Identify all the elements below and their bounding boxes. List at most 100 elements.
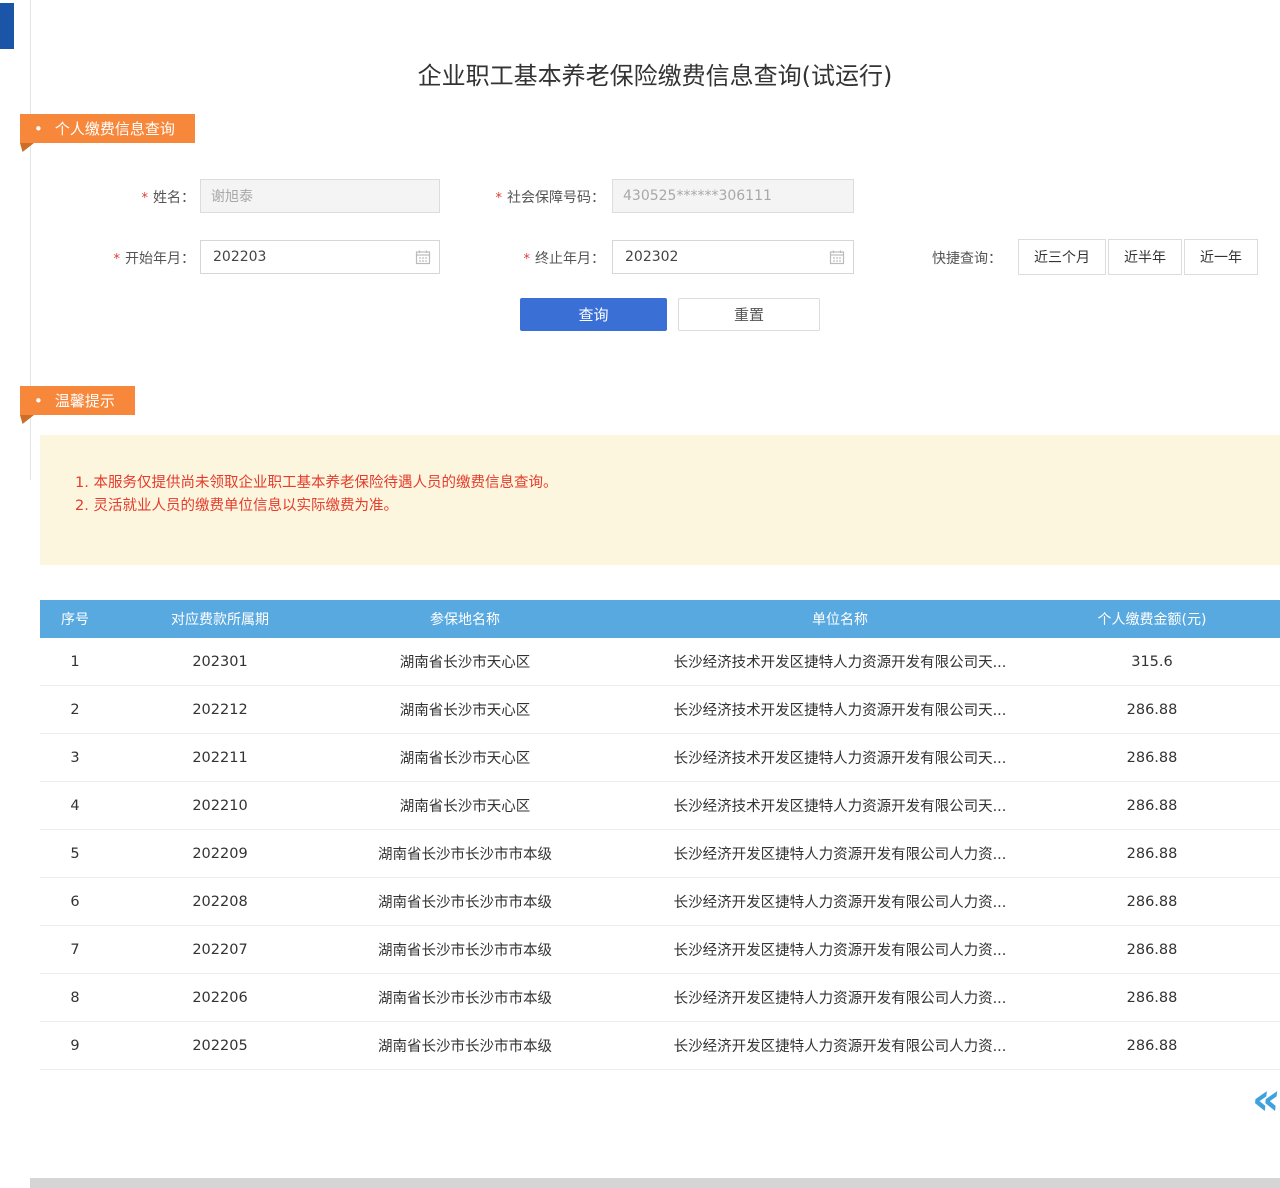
table-row[interactable]: 8 202206 湖南省长沙市长沙市市本级 长沙经济开发区捷特人力资源开发有限公… [40, 974, 1280, 1022]
col-header-area: 参保地名称 [330, 609, 600, 629]
query-button[interactable]: 查询 [520, 298, 667, 331]
cell-amount: 286.88 [1080, 846, 1280, 862]
required-star-icon: * [496, 191, 503, 206]
cell-company: 长沙经济技术开发区捷特人力资源开发有限公司天... [600, 747, 1080, 768]
quick-query-label: 快捷查询： [932, 248, 1002, 268]
table-header-row: 序号 对应费款所属期 参保地名称 单位名称 个人缴费金额(元) [40, 600, 1280, 638]
collapse-double-chevron-left-icon[interactable]: « [1249, 1078, 1280, 1122]
cell-seq: 4 [40, 798, 110, 814]
table-row[interactable]: 9 202205 湖南省长沙市长沙市市本级 长沙经济开发区捷特人力资源开发有限公… [40, 1022, 1280, 1070]
table-row[interactable]: 7 202207 湖南省长沙市长沙市市本级 长沙经济开发区捷特人力资源开发有限公… [40, 926, 1280, 974]
start-month-label: *开始年月： [75, 248, 195, 268]
cell-seq: 2 [40, 702, 110, 718]
required-star-icon: * [142, 191, 149, 206]
quick-btn-last-year[interactable]: 近一年 [1184, 239, 1258, 275]
cell-area: 湖南省长沙市长沙市市本级 [330, 1035, 600, 1056]
cell-period: 202301 [110, 654, 330, 670]
cell-amount: 286.88 [1080, 894, 1280, 910]
cell-company: 长沙经济技术开发区捷特人力资源开发有限公司天... [600, 795, 1080, 816]
cell-area: 湖南省长沙市长沙市市本级 [330, 843, 600, 864]
cell-seq: 3 [40, 750, 110, 766]
table-row[interactable]: 2 202212 湖南省长沙市天心区 长沙经济技术开发区捷特人力资源开发有限公司… [40, 686, 1280, 734]
calendar-icon[interactable] [829, 249, 845, 265]
reset-button[interactable]: 重置 [678, 298, 820, 331]
bottom-scrollbar-strip[interactable] [30, 1178, 1280, 1188]
notice-line-2: 2. 灵活就业人员的缴费单位信息以实际缴费为准。 [75, 495, 1260, 518]
cell-amount: 286.88 [1080, 942, 1280, 958]
bullet-icon: • [34, 120, 43, 138]
table-row[interactable]: 6 202208 湖南省长沙市长沙市市本级 长沙经济开发区捷特人力资源开发有限公… [40, 878, 1280, 926]
required-star-icon: * [524, 252, 531, 267]
cell-area: 湖南省长沙市天心区 [330, 699, 600, 720]
section-header-personal-payment-query: • 个人缴费信息查询 [20, 114, 195, 143]
cell-period: 202211 [110, 750, 330, 766]
cell-amount: 315.6 [1080, 654, 1280, 670]
end-month-label: *终止年月： [488, 248, 605, 268]
badge-fold-decoration [20, 415, 34, 424]
cell-seq: 8 [40, 990, 110, 1006]
cell-area: 湖南省长沙市天心区 [330, 795, 600, 816]
start-month-input[interactable] [211, 248, 409, 266]
cell-company: 长沙经济开发区捷特人力资源开发有限公司人力资... [600, 843, 1080, 864]
name-input[interactable] [200, 179, 440, 213]
cell-period: 202212 [110, 702, 330, 718]
cell-area: 湖南省长沙市天心区 [330, 651, 600, 672]
cell-seq: 7 [40, 942, 110, 958]
ssn-label: *社会保障号码： [455, 187, 605, 207]
section-header-label: 个人缴费信息查询 [55, 118, 175, 139]
table-row[interactable]: 1 202301 湖南省长沙市天心区 长沙经济技术开发区捷特人力资源开发有限公司… [40, 638, 1280, 686]
cell-company: 长沙经济开发区捷特人力资源开发有限公司人力资... [600, 987, 1080, 1008]
cell-period: 202209 [110, 846, 330, 862]
required-star-icon: * [114, 252, 121, 267]
cell-seq: 9 [40, 1038, 110, 1054]
end-month-field[interactable] [612, 240, 854, 274]
cell-area: 湖南省长沙市长沙市市本级 [330, 939, 600, 960]
cell-company: 长沙经济开发区捷特人力资源开发有限公司人力资... [600, 1035, 1080, 1056]
page-title: 企业职工基本养老保险缴费信息查询(试运行) [30, 56, 1280, 91]
quick-btn-last-half-year[interactable]: 近半年 [1108, 239, 1182, 275]
cell-company: 长沙经济技术开发区捷特人力资源开发有限公司天... [600, 651, 1080, 672]
col-header-company: 单位名称 [600, 609, 1080, 629]
cell-amount: 286.88 [1080, 750, 1280, 766]
col-header-seq: 序号 [40, 609, 110, 629]
table-row[interactable]: 5 202209 湖南省长沙市长沙市市本级 长沙经济开发区捷特人力资源开发有限公… [40, 830, 1280, 878]
quick-query-group: 近三个月 近半年 近一年 [1018, 239, 1258, 275]
cell-period: 202207 [110, 942, 330, 958]
badge-fold-decoration [20, 143, 34, 152]
cell-area: 湖南省长沙市天心区 [330, 747, 600, 768]
cell-area: 湖南省长沙市长沙市市本级 [330, 987, 600, 1008]
pension-query-page: 企业职工基本养老保险缴费信息查询(试运行) • 个人缴费信息查询 *姓名： *社… [0, 0, 1280, 1188]
section-header-label: 温馨提示 [55, 390, 115, 411]
cell-amount: 286.88 [1080, 798, 1280, 814]
cell-seq: 1 [40, 654, 110, 670]
cell-amount: 286.88 [1080, 990, 1280, 1006]
col-header-period: 对应费款所属期 [110, 609, 330, 629]
calendar-icon[interactable] [415, 249, 431, 265]
table-row[interactable]: 3 202211 湖南省长沙市天心区 长沙经济技术开发区捷特人力资源开发有限公司… [40, 734, 1280, 782]
notice-box: 1. 本服务仅提供尚未领取企业职工基本养老保险待遇人员的缴费信息查询。 2. 灵… [40, 435, 1280, 565]
ssn-input[interactable] [612, 179, 854, 213]
cell-seq: 6 [40, 894, 110, 910]
col-header-amount: 个人缴费金额(元) [1080, 609, 1280, 629]
quick-btn-last-3-months[interactable]: 近三个月 [1018, 239, 1106, 275]
start-month-field[interactable] [200, 240, 440, 274]
cell-amount: 286.88 [1080, 702, 1280, 718]
cell-company: 长沙经济开发区捷特人力资源开发有限公司人力资... [600, 939, 1080, 960]
table-row[interactable]: 4 202210 湖南省长沙市天心区 长沙经济技术开发区捷特人力资源开发有限公司… [40, 782, 1280, 830]
name-label: *姓名： [95, 187, 195, 207]
cell-period: 202205 [110, 1038, 330, 1054]
cell-company: 长沙经济技术开发区捷特人力资源开发有限公司天... [600, 699, 1080, 720]
cell-company: 长沙经济开发区捷特人力资源开发有限公司人力资... [600, 891, 1080, 912]
cell-period: 202208 [110, 894, 330, 910]
section-header-tips: • 温馨提示 [20, 386, 135, 415]
cell-period: 202206 [110, 990, 330, 1006]
end-month-input[interactable] [623, 248, 823, 266]
cell-area: 湖南省长沙市长沙市市本级 [330, 891, 600, 912]
cell-seq: 5 [40, 846, 110, 862]
cell-period: 202210 [110, 798, 330, 814]
cell-amount: 286.88 [1080, 1038, 1280, 1054]
notice-line-1: 1. 本服务仅提供尚未领取企业职工基本养老保险待遇人员的缴费信息查询。 [75, 472, 1260, 495]
bullet-icon: • [34, 392, 43, 410]
corner-blue-block [0, 3, 14, 49]
payment-result-table: 序号 对应费款所属期 参保地名称 单位名称 个人缴费金额(元) 1 202301… [40, 600, 1280, 1070]
